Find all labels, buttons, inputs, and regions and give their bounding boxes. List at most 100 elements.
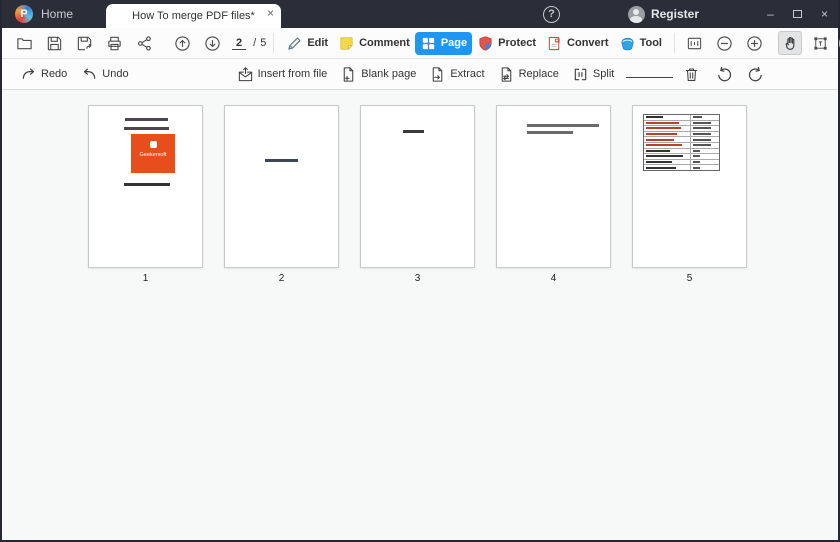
- geekersoft-logo: Geekersoft: [131, 134, 175, 173]
- document-tab-title: How To merge PDF files*: [132, 10, 255, 22]
- tab-convert[interactable]: Convert: [541, 32, 614, 55]
- main-toolbar: 2 / 5 Edit Comment Page Protect Convert …: [2, 28, 840, 59]
- undo-button[interactable]: Undo: [81, 66, 129, 83]
- page-number: 2: [278, 273, 285, 284]
- app-logo-icon: P: [15, 5, 33, 23]
- page-thumbnail-1: Geekersoft 1: [88, 105, 203, 284]
- tab-edit[interactable]: Edit: [281, 32, 333, 55]
- rotate-left-button[interactable]: [716, 66, 733, 83]
- page-thumbnail-3: 3: [360, 105, 475, 284]
- replace-label: Replace: [518, 68, 559, 80]
- page-number: 5: [686, 273, 693, 284]
- text-line: [124, 183, 170, 186]
- page-separator: /: [253, 37, 257, 49]
- tab-tool[interactable]: Tool: [614, 32, 667, 55]
- register-button[interactable]: Register: [627, 5, 699, 23]
- mini-table: [643, 114, 720, 171]
- tab-protect[interactable]: Protect: [472, 32, 541, 55]
- current-page-input[interactable]: 2: [232, 37, 247, 50]
- delete-page-button[interactable]: [683, 66, 700, 83]
- save-button[interactable]: [42, 31, 66, 55]
- previous-page-button[interactable]: [170, 31, 194, 55]
- split-button[interactable]: Split: [572, 66, 614, 83]
- redo-button[interactable]: Redo: [20, 66, 67, 83]
- share-button[interactable]: [132, 31, 156, 55]
- thumbnail-row: Geekersoft 1 2 3 4 5: [2, 90, 838, 284]
- page-3[interactable]: [360, 105, 475, 268]
- text-line: [125, 118, 168, 121]
- extract-button[interactable]: Extract: [429, 66, 485, 83]
- print-button[interactable]: [102, 31, 126, 55]
- save-as-button[interactable]: [72, 31, 96, 55]
- insert-from-file-icon: [238, 66, 252, 81]
- hand-icon: [785, 36, 794, 50]
- toolbar-separator: [273, 33, 275, 53]
- select-frame-icon: [813, 36, 827, 50]
- arrow-down-circle-icon: [204, 35, 220, 51]
- page-5[interactable]: [632, 105, 747, 268]
- text-line: [527, 124, 599, 127]
- redo-label: Redo: [41, 68, 68, 80]
- close-button[interactable]: ×: [811, 0, 838, 28]
- logo-glyph-icon: [149, 141, 157, 148]
- avatar-icon: [627, 5, 645, 23]
- help-icon[interactable]: ?: [542, 5, 560, 23]
- text-line: [265, 159, 298, 162]
- minus-circle-icon: [716, 35, 732, 51]
- text-line: [124, 127, 169, 130]
- minimize-button[interactable]: –: [757, 0, 784, 28]
- page-4[interactable]: [496, 105, 611, 268]
- tab-close-icon[interactable]: ×: [267, 7, 274, 19]
- undo-icon: [84, 68, 96, 79]
- document-tab[interactable]: How To merge PDF files* ×: [106, 4, 282, 28]
- rotate-cw-icon: [749, 66, 763, 81]
- tab-page[interactable]: Page: [414, 31, 473, 55]
- tab-comment[interactable]: Comment: [333, 32, 415, 55]
- undo-label: Undo: [102, 68, 129, 80]
- extract-label: Extract: [450, 68, 485, 80]
- split-icon: [574, 68, 587, 80]
- maximize-button[interactable]: [784, 0, 811, 28]
- pencil-icon: [288, 37, 301, 50]
- maximize-icon: [793, 10, 802, 18]
- tab-edit-label: Edit: [307, 37, 329, 49]
- insert-from-file-button[interactable]: Insert from file: [237, 66, 327, 83]
- page-thumbnail-4: 4: [496, 105, 611, 284]
- next-page-button[interactable]: [200, 31, 224, 55]
- convert-doc-icon: [548, 36, 560, 50]
- page-thumbnail-5: 5: [632, 105, 747, 284]
- toolbar-separator: [674, 33, 675, 53]
- zoom-in-button[interactable]: [742, 31, 766, 55]
- app-window: P Home How To merge PDF files* × ? Regis…: [0, 0, 840, 542]
- page-grid-icon: [422, 37, 434, 49]
- zoom-out-button[interactable]: [712, 31, 736, 55]
- share-icon: [137, 35, 151, 51]
- trash-icon: [686, 68, 698, 81]
- split-label: Split: [592, 68, 615, 80]
- arrow-up-circle-icon: [174, 35, 190, 51]
- page-1[interactable]: Geekersoft: [88, 105, 203, 268]
- rotate-right-button[interactable]: [747, 66, 764, 83]
- hand-tool-button[interactable]: [778, 31, 802, 55]
- logo-text: Geekersoft: [139, 152, 167, 158]
- home-button[interactable]: Home: [41, 7, 73, 21]
- open-file-button[interactable]: [12, 31, 36, 55]
- titlebar-right-group: ? Register – ×: [542, 0, 838, 28]
- folder-open-icon: [16, 37, 32, 49]
- blank-page-button[interactable]: Blank page: [340, 66, 416, 83]
- select-tool-button[interactable]: [808, 31, 832, 55]
- page-indicator: 2 / 5: [232, 37, 266, 50]
- tab-comment-label: Comment: [359, 37, 410, 49]
- ribbon-tabs: Edit Comment Page Protect Convert Tool: [281, 31, 667, 55]
- replace-button[interactable]: Replace: [498, 66, 559, 83]
- fit-width-button[interactable]: [682, 31, 706, 55]
- page-2[interactable]: [224, 105, 339, 268]
- actions-divider-line: [626, 76, 674, 78]
- plus-circle-icon: [746, 35, 762, 51]
- page-thumbnail-2: 2: [224, 105, 339, 284]
- page-number: 3: [414, 273, 421, 284]
- blank-page-icon: [344, 66, 354, 82]
- tab-convert-label: Convert: [567, 37, 609, 49]
- redo-icon: [22, 68, 35, 79]
- comment-note-icon: [340, 36, 353, 50]
